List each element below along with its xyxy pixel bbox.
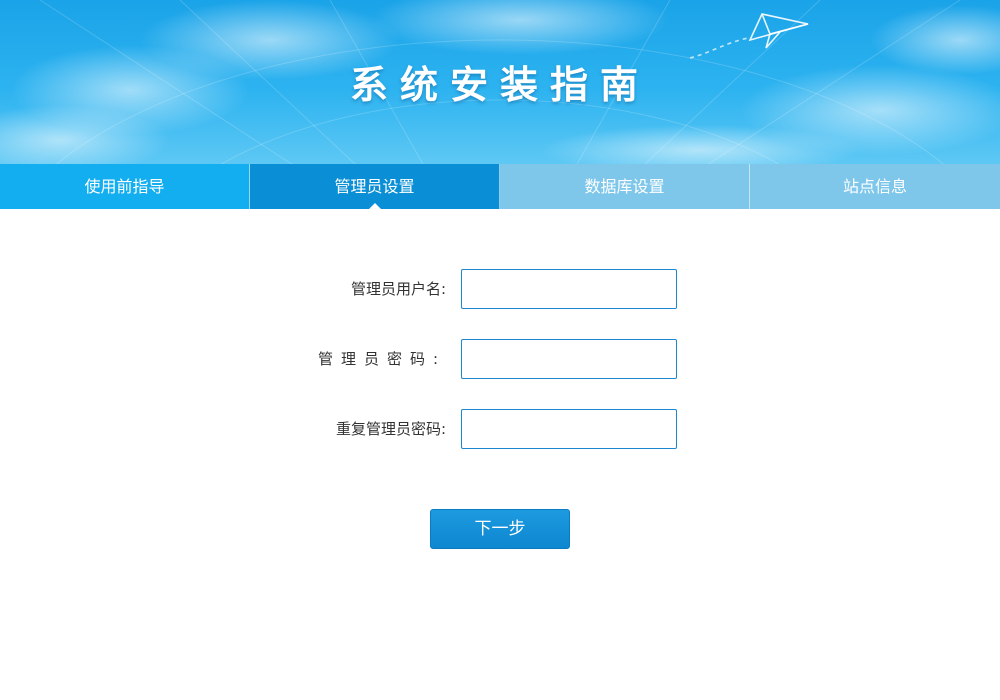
tab-database-settings[interactable]: 数据库设置 [500,164,750,209]
repeat-password-label: 重复管理员密码: [335,420,446,438]
next-step-button[interactable]: 下一步 [430,509,570,549]
username-input[interactable] [461,269,677,309]
repeat-password-input[interactable] [461,409,677,449]
wizard-steps: 使用前指导 管理员设置 数据库设置 站点信息 [0,164,1000,209]
active-step-caret-icon [368,203,381,209]
tab-admin-settings-label: 管理员设置 [334,177,415,196]
username-row: 管理员用户名: [0,269,1000,309]
tab-admin-settings[interactable]: 管理员设置 [250,164,500,209]
tab-pre-use-guide[interactable]: 使用前指导 [0,164,250,209]
tab-site-info[interactable]: 站点信息 [750,164,1000,209]
page-title: 系统安装指南 [349,63,650,107]
password-label: 管理员密码: [317,350,446,368]
password-input[interactable] [461,339,677,379]
username-label: 管理员用户名: [350,280,446,298]
password-row: 管理员密码: [0,339,1000,379]
header-banner: 系统安装指南 [0,0,1000,164]
repeat-password-row: 重复管理员密码: [0,409,1000,449]
